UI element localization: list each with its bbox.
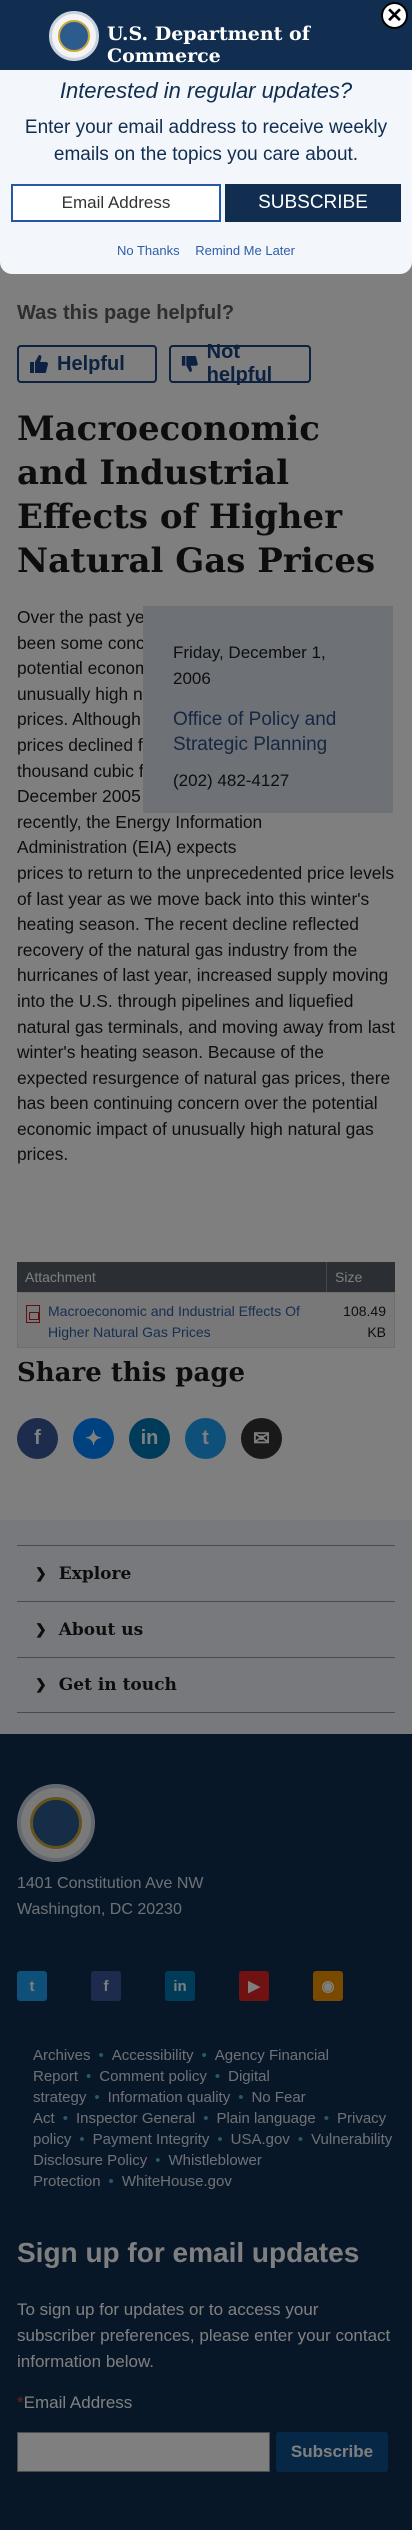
close-icon[interactable]: ✕ (381, 2, 408, 29)
agency-name: U.S. Department of Commerce (107, 23, 310, 67)
modal-description: Enter your email address to receive week… (24, 117, 388, 165)
subscribe-modal: U.S. Department of Commerce ✕ Interested… (0, 0, 412, 274)
modal-question: Interested in regular updates? (59, 78, 353, 103)
modal-header: U.S. Department of Commerce (0, 0, 412, 70)
email-input[interactable] (13, 193, 219, 213)
commerce-seal-logo (49, 11, 99, 61)
modal-email-field[interactable] (11, 184, 221, 222)
no-thanks-link[interactable]: No Thanks (117, 243, 180, 258)
modal-links: No Thanks Remind Me Later (0, 243, 412, 258)
modal-overlay[interactable] (0, 0, 412, 2530)
modal-subscribe-button[interactable]: SUBSCRIBE (225, 184, 401, 222)
remind-later-link[interactable]: Remind Me Later (195, 243, 295, 258)
